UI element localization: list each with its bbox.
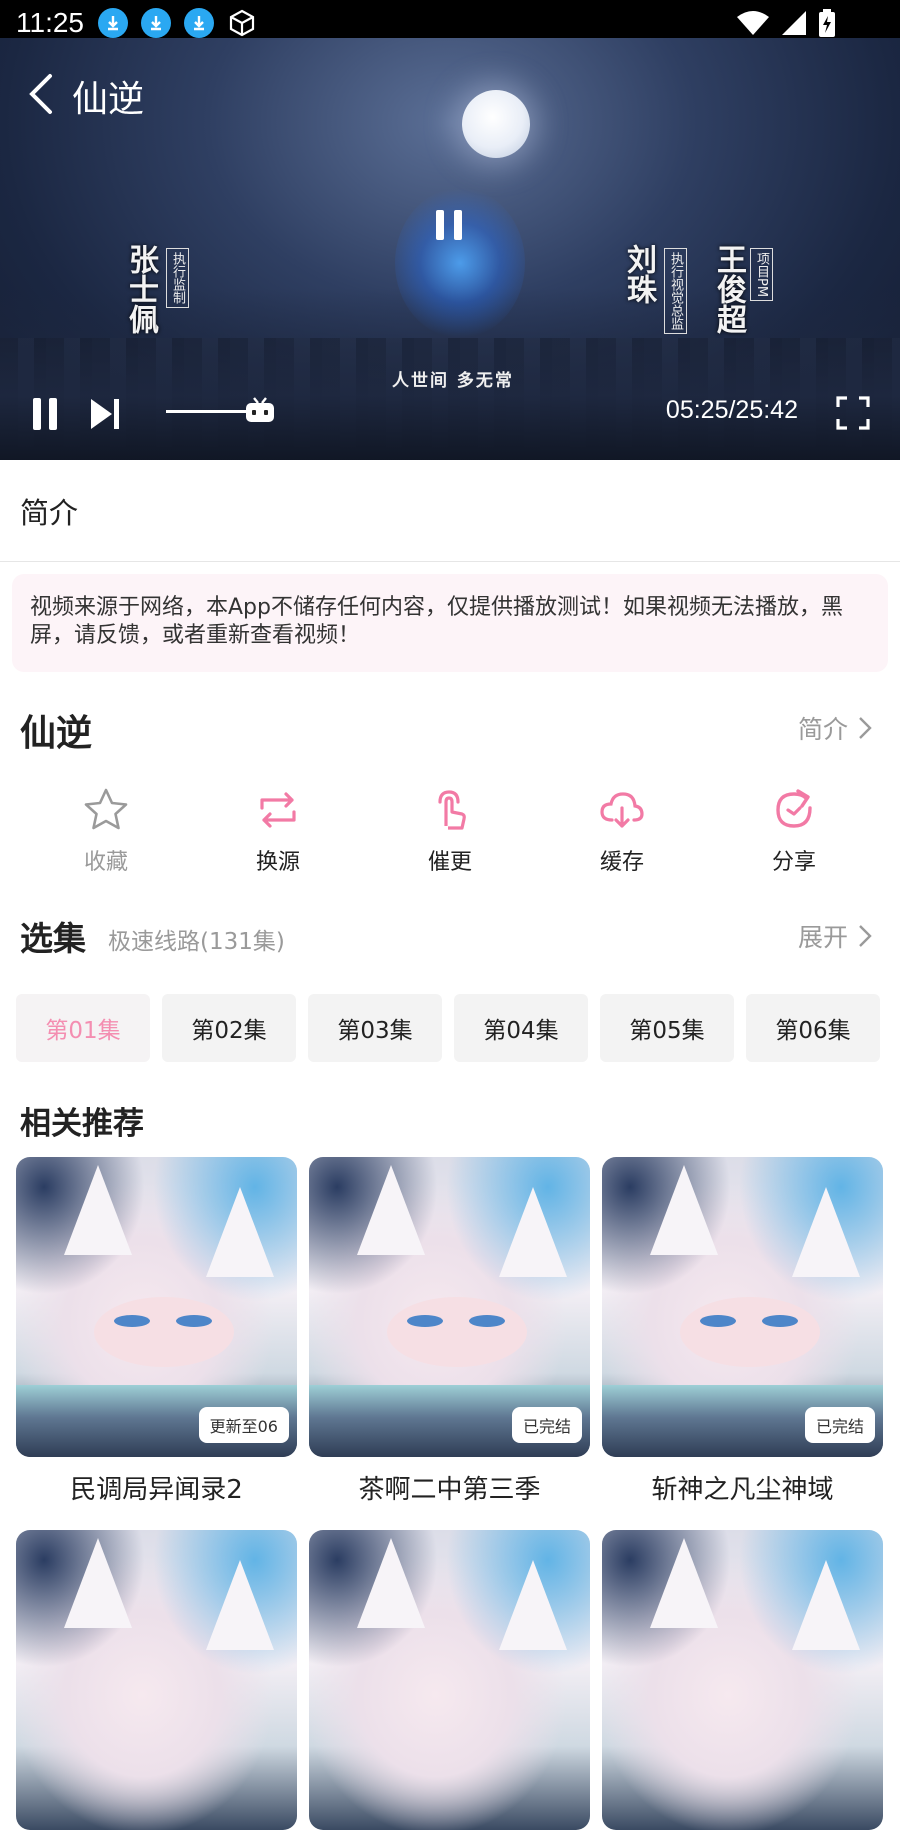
chevron-right-icon bbox=[859, 925, 872, 947]
switch-source-button[interactable]: 换源 bbox=[208, 786, 348, 876]
disclaimer-notice: 视频来源于网络，本App不储存任何内容，仅提供播放测试！如果视频无法播放，黑屏，… bbox=[12, 574, 888, 672]
share-button[interactable]: 分享 bbox=[724, 786, 864, 876]
download-icon bbox=[184, 8, 214, 38]
episode-button[interactable]: 第02集 bbox=[162, 994, 296, 1062]
urge-update-button[interactable]: 催更 bbox=[380, 786, 520, 876]
credit-left-role: 执行监制 bbox=[166, 248, 189, 308]
expand-episodes-link[interactable]: 展开 bbox=[798, 918, 872, 954]
center-pause-icon[interactable] bbox=[434, 208, 464, 242]
status-time: 11:25 bbox=[16, 7, 84, 38]
playback-time: 05:25/25:42 bbox=[665, 396, 798, 424]
cache-label: 缓存 bbox=[599, 850, 644, 875]
card-title: 民调局异闻录2 bbox=[70, 1475, 243, 1505]
favorite-label: 收藏 bbox=[83, 850, 128, 875]
battery-charging-icon bbox=[819, 9, 835, 37]
pause-icon[interactable] bbox=[30, 396, 60, 432]
status-badge: 已完结 bbox=[511, 1407, 582, 1443]
episode-button[interactable]: 第06集 bbox=[746, 994, 880, 1062]
next-episode-icon[interactable] bbox=[88, 396, 122, 432]
chevron-right-icon bbox=[859, 717, 872, 739]
download-icon bbox=[141, 8, 171, 38]
back-arrow-icon[interactable] bbox=[22, 72, 62, 116]
tv-progress-thumb-icon[interactable] bbox=[244, 396, 276, 424]
switch-source-label: 换源 bbox=[255, 850, 300, 875]
episodes-title: 选集 bbox=[20, 919, 86, 958]
download-icon bbox=[98, 8, 128, 38]
card-thumbnail bbox=[602, 1530, 883, 1830]
episode-button[interactable]: 第01集 bbox=[16, 994, 150, 1062]
credit-right1-name: 刘珠 bbox=[621, 244, 656, 304]
tap-icon bbox=[438, 790, 466, 830]
intro-link-label: 简介 bbox=[797, 715, 848, 744]
source-line-label[interactable]: 极速线路(131集) bbox=[108, 922, 285, 956]
video-title: 仙逆 bbox=[72, 79, 145, 120]
card-thumbnail bbox=[309, 1530, 590, 1830]
urge-update-label: 催更 bbox=[427, 850, 472, 875]
tab-bar: 简介 bbox=[0, 460, 900, 562]
credit-right1-role: 执行视觉总监 bbox=[664, 248, 687, 334]
cache-button[interactable]: 缓存 bbox=[552, 786, 692, 876]
cloud-download-icon bbox=[600, 792, 644, 828]
credit-right2-name: 王俊超 bbox=[711, 244, 746, 334]
progress-bar[interactable] bbox=[166, 410, 246, 413]
video-player[interactable]: 张士佩 执行监制 刘珠 执行视觉总监 王俊超 项目PM 人世间 多无常 仙逆 0… bbox=[0, 38, 900, 460]
credit-right2-role: 项目PM bbox=[750, 248, 773, 302]
favorite-button[interactable]: 收藏 bbox=[36, 786, 176, 876]
episode-button[interactable]: 第03集 bbox=[308, 994, 442, 1062]
share-label: 分享 bbox=[771, 850, 816, 875]
refresh-share-icon bbox=[776, 789, 812, 828]
expand-label: 展开 bbox=[797, 923, 848, 952]
tab-intro[interactable]: 简介 bbox=[20, 490, 78, 532]
action-row: 收藏 换源 催更 缓存 分享 bbox=[0, 786, 900, 882]
intro-link[interactable]: 简介 bbox=[798, 710, 872, 746]
episode-list: 第01集 第02集 第03集 第04集 第05集 第06集 bbox=[16, 994, 896, 1062]
wifi-icon bbox=[737, 11, 769, 35]
cube-icon bbox=[229, 9, 255, 37]
show-title: 仙逆 bbox=[20, 713, 93, 754]
scene-moon bbox=[462, 90, 530, 158]
recommend-title: 相关推荐 bbox=[20, 1106, 144, 1142]
card-thumbnail bbox=[16, 1530, 297, 1830]
star-icon bbox=[84, 788, 128, 830]
signal-icon bbox=[782, 11, 806, 35]
episode-button[interactable]: 第04集 bbox=[454, 994, 588, 1062]
fullscreen-icon[interactable] bbox=[836, 396, 870, 430]
episode-button[interactable]: 第05集 bbox=[600, 994, 734, 1062]
status-badge: 已完结 bbox=[804, 1407, 875, 1443]
player-controls: 05:25/25:42 bbox=[0, 388, 900, 460]
swap-icon bbox=[260, 792, 296, 828]
card-title: 斩神之凡尘神域 bbox=[651, 1475, 834, 1505]
card-title: 茶啊二中第三季 bbox=[358, 1475, 541, 1505]
status-badge: 更新至06 bbox=[198, 1407, 289, 1443]
credit-left-name: 张士佩 bbox=[123, 244, 158, 334]
